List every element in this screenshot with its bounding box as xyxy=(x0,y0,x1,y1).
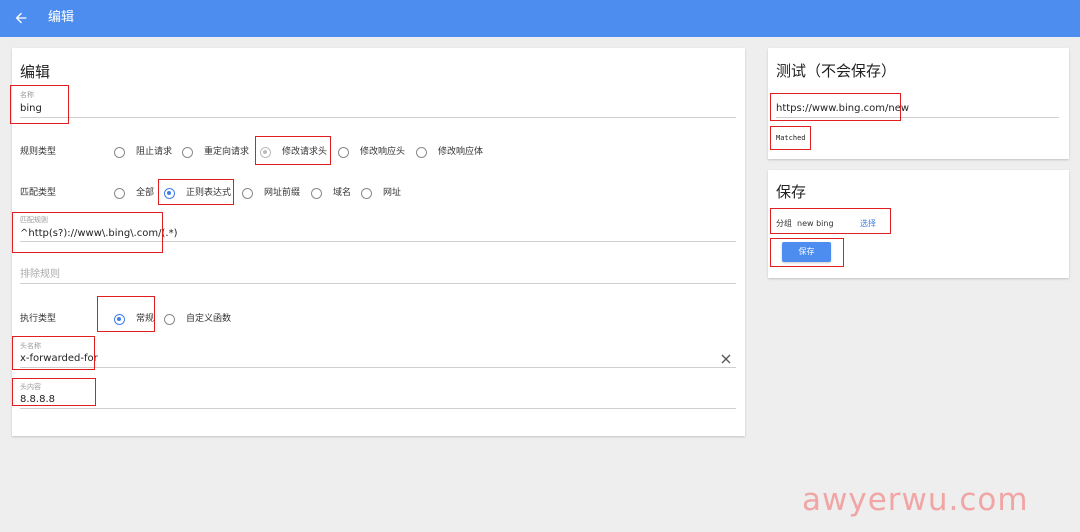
radio-circle xyxy=(164,187,175,199)
exclude-rule-input[interactable]: 排除规则 xyxy=(20,268,60,282)
radio-label: 网址前缀 xyxy=(264,188,301,198)
select-group-link[interactable]: 选择 xyxy=(860,219,876,229)
rule-type-option-modify-request-header[interactable]: 修改请求头 xyxy=(260,146,327,158)
radio-label: 域名 xyxy=(333,188,352,198)
radio-circle xyxy=(416,146,427,158)
radio-label: 网址 xyxy=(383,188,402,198)
match-type-option-url[interactable]: 网址 xyxy=(361,187,401,199)
close-icon[interactable] xyxy=(721,354,731,364)
radio-label: 正则表达式 xyxy=(186,188,232,198)
match-type-option-domain[interactable]: 域名 xyxy=(311,187,351,199)
exec-type-option-normal[interactable]: 常规 xyxy=(114,313,154,325)
radio-label: 修改请求头 xyxy=(282,147,328,157)
rule-type-option-redirect[interactable]: 重定向请求 xyxy=(182,146,249,158)
group-value: new bing xyxy=(797,219,834,228)
name-field-label: 名称 xyxy=(20,91,34,99)
radio-circle xyxy=(114,146,125,158)
radio-circle xyxy=(182,146,193,158)
radio-circle xyxy=(260,146,271,158)
rule-type-label: 规则类型 xyxy=(20,147,57,157)
match-type-option-regex[interactable]: 正则表达式 xyxy=(164,187,231,199)
radio-circle xyxy=(338,146,349,158)
name-input[interactable]: bing xyxy=(20,102,42,116)
match-rule-underline xyxy=(20,241,736,242)
radio-circle xyxy=(311,187,322,199)
radio-circle xyxy=(114,313,125,325)
test-card-title: 测试（不会保存） xyxy=(776,62,897,80)
radio-label: 常规 xyxy=(136,314,155,324)
watermark: awyerwu.com xyxy=(802,482,1029,518)
exclude-rule-underline xyxy=(20,283,736,284)
header-value-input[interactable]: 8.8.8.8 xyxy=(20,393,55,407)
radio-label: 修改响应头 xyxy=(360,147,406,157)
radio-label: 自定义函数 xyxy=(186,314,232,324)
match-type-option-all[interactable]: 全部 xyxy=(114,187,154,199)
match-type-option-prefix[interactable]: 网址前缀 xyxy=(242,187,300,199)
radio-label: 阻止请求 xyxy=(136,147,173,157)
header-value-underline xyxy=(20,408,736,409)
edit-card xyxy=(12,48,745,436)
arrow-left-icon[interactable] xyxy=(13,10,29,26)
test-url-underline xyxy=(776,117,1059,118)
test-result: Matched xyxy=(776,134,806,142)
test-url-input[interactable]: https://www.bing.com/new xyxy=(776,102,909,116)
exec-type-option-custom-function[interactable]: 自定义函数 xyxy=(164,313,231,325)
page-title: 编辑 xyxy=(48,10,75,25)
save-button[interactable]: 保存 xyxy=(782,242,831,262)
header-value-label: 头内容 xyxy=(20,383,41,391)
group-label: 分组 xyxy=(776,219,792,228)
radio-circle xyxy=(361,187,372,199)
radio-label: 修改响应体 xyxy=(438,147,484,157)
radio-circle xyxy=(164,313,175,325)
header-name-input[interactable]: x-forwarded-for xyxy=(20,352,98,366)
match-rule-label: 匹配规则 xyxy=(20,216,48,224)
match-type-label: 匹配类型 xyxy=(20,188,57,198)
name-input-underline xyxy=(20,117,736,118)
save-card-title: 保存 xyxy=(776,183,807,201)
rule-type-option-modify-response-body[interactable]: 修改响应体 xyxy=(416,146,483,158)
radio-circle xyxy=(114,187,125,199)
match-rule-input[interactable]: ^http(s?)://www\.bing\.com/(.*) xyxy=(20,227,178,241)
radio-circle xyxy=(242,187,253,199)
header-name-underline xyxy=(20,367,736,368)
exec-type-label: 执行类型 xyxy=(20,314,57,324)
top-app-bar: 编辑 xyxy=(0,0,1080,37)
radio-label: 重定向请求 xyxy=(204,147,250,157)
edit-card-title: 编辑 xyxy=(20,63,51,81)
rule-type-option-modify-response-header[interactable]: 修改响应头 xyxy=(338,146,405,158)
rule-type-option-block[interactable]: 阻止请求 xyxy=(114,146,172,158)
radio-label: 全部 xyxy=(136,188,155,198)
header-name-label: 头名称 xyxy=(20,342,41,350)
